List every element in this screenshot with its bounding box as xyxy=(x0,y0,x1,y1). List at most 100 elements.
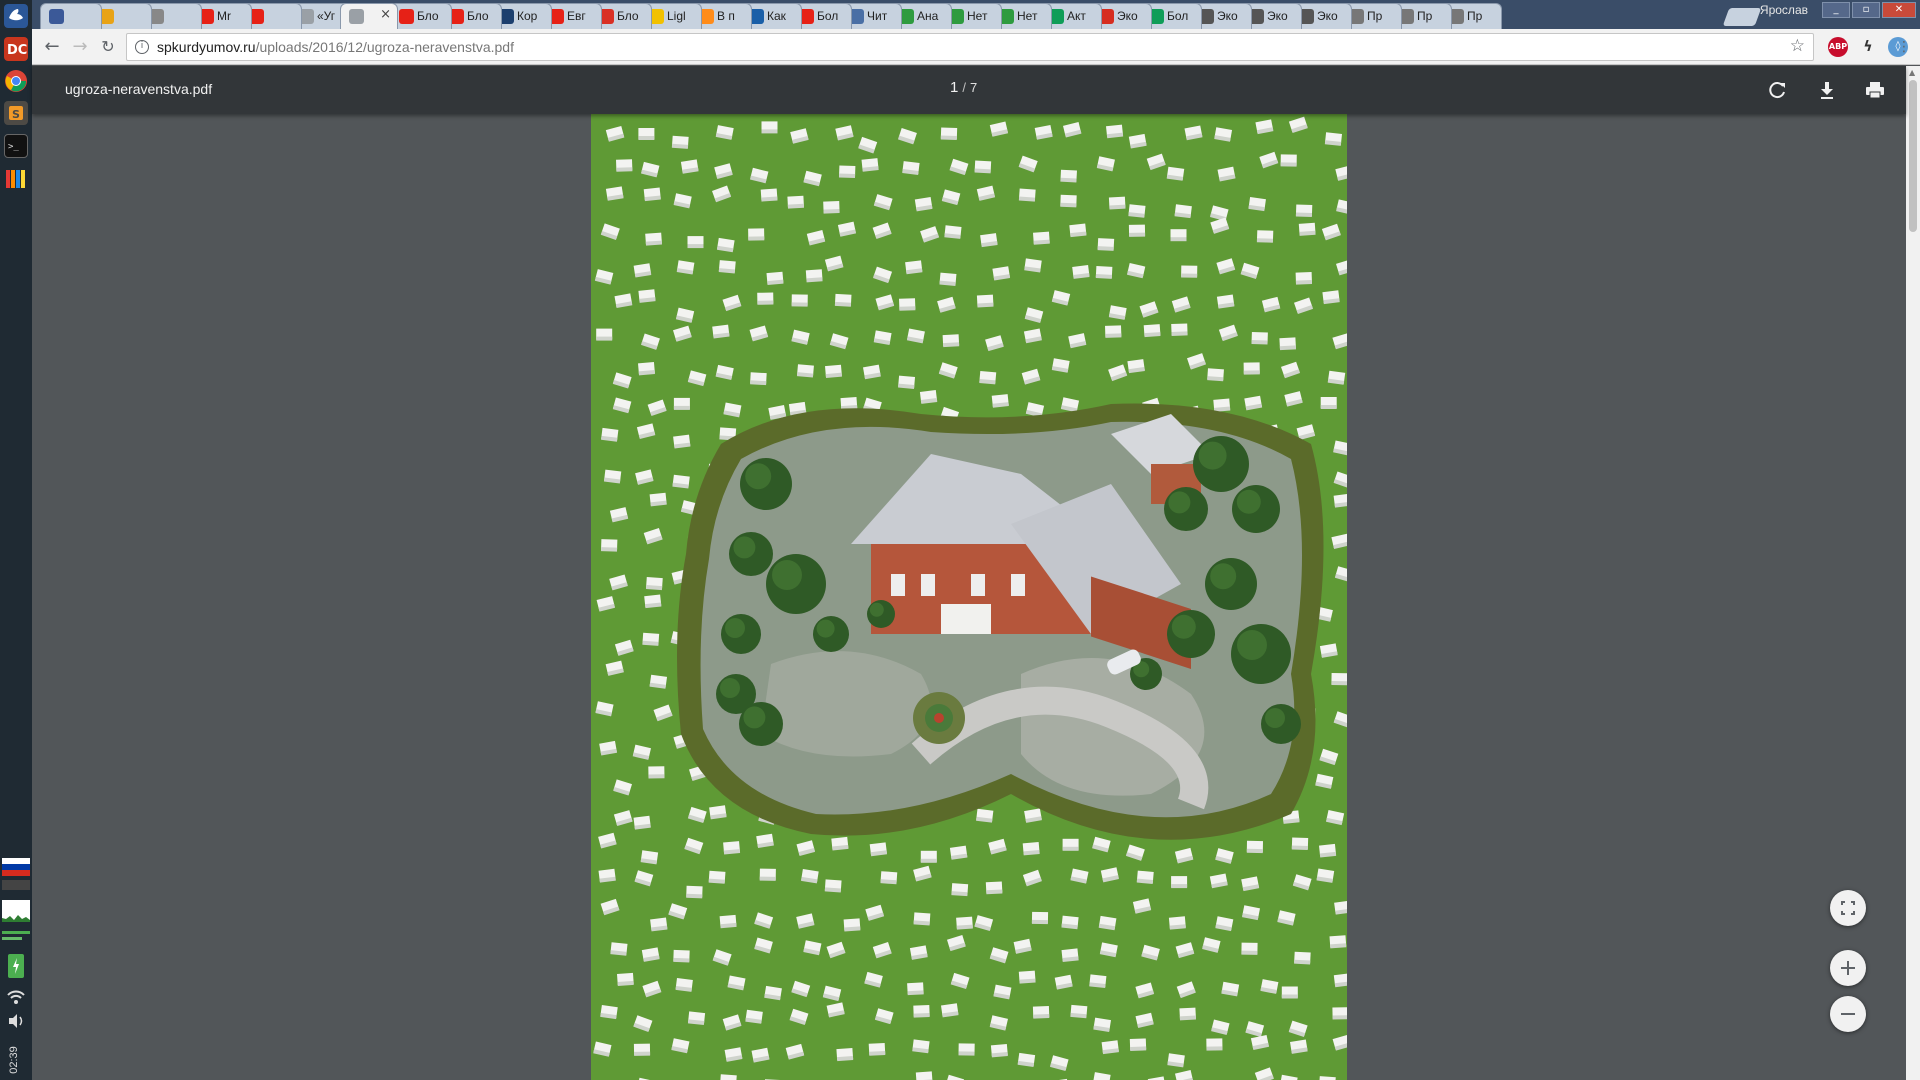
small-house xyxy=(1246,840,1263,854)
tab-label: Эко xyxy=(1217,9,1238,23)
close-window-button[interactable]: ✕ xyxy=(1882,2,1916,18)
small-house xyxy=(825,364,842,379)
small-house xyxy=(1320,397,1337,409)
menu-icon[interactable]: ⋮ xyxy=(1892,35,1916,59)
small-house xyxy=(649,674,668,689)
zoom-out-button[interactable] xyxy=(1830,996,1866,1032)
small-house xyxy=(974,160,992,174)
vertical-scrollbar[interactable]: ▲ xyxy=(1906,66,1920,1080)
small-house xyxy=(796,364,814,378)
small-house xyxy=(1069,223,1087,238)
small-house xyxy=(1095,266,1113,279)
small-house xyxy=(840,396,858,411)
small-house xyxy=(1316,868,1335,883)
flash-icon[interactable]: ϟ xyxy=(1858,37,1878,57)
small-house xyxy=(1018,188,1036,202)
small-house xyxy=(766,271,784,286)
memory-graph-icon xyxy=(2,900,30,922)
tab-label: Эко xyxy=(1117,9,1138,23)
rotate-button[interactable] xyxy=(1766,78,1790,102)
small-house xyxy=(914,196,933,212)
left-dock: DC S >_ 02:39 xyxy=(0,0,32,1080)
close-tab-icon[interactable]: × xyxy=(380,7,391,22)
forward-button[interactable]: → xyxy=(68,35,92,59)
small-house xyxy=(1171,323,1188,336)
scroll-up-arrow-icon[interactable]: ▲ xyxy=(1909,68,1915,77)
maximize-button[interactable]: ▫ xyxy=(1852,2,1880,18)
keyboard-layout-flag-icon[interactable] xyxy=(2,858,30,876)
svg-text:>_: >_ xyxy=(8,142,19,152)
small-house xyxy=(687,1011,706,1026)
small-house xyxy=(861,158,879,172)
back-button[interactable]: ← xyxy=(40,35,64,59)
fit-to-page-button[interactable] xyxy=(1830,890,1866,926)
sublime-text-icon[interactable]: S xyxy=(4,101,28,125)
small-house xyxy=(912,1039,930,1054)
small-house xyxy=(1072,265,1090,279)
small-house xyxy=(719,914,737,929)
minimize-button[interactable]: _ xyxy=(1822,2,1850,18)
system-monitor-icon[interactable] xyxy=(4,166,28,190)
bookmark-star-icon[interactable]: ☆ xyxy=(1790,36,1805,56)
small-house xyxy=(1127,359,1145,374)
small-house xyxy=(1062,838,1079,851)
small-house xyxy=(1128,224,1146,237)
small-house xyxy=(1291,837,1309,851)
dx-app-icon[interactable]: DC xyxy=(4,37,28,61)
small-house xyxy=(716,237,735,253)
small-house xyxy=(1280,154,1297,167)
new-tab-button[interactable] xyxy=(1722,8,1762,26)
browser-tab[interactable] xyxy=(40,3,102,29)
battery-icon[interactable] xyxy=(8,954,24,978)
download-button[interactable] xyxy=(1815,78,1839,102)
volume-icon[interactable] xyxy=(2,1012,30,1030)
small-house xyxy=(1024,258,1042,273)
small-house xyxy=(834,293,852,307)
small-house xyxy=(976,808,994,823)
app-launcher-icon[interactable] xyxy=(4,4,28,28)
small-house xyxy=(1031,911,1049,925)
small-house xyxy=(1143,324,1161,338)
small-house xyxy=(1213,398,1231,412)
reload-button[interactable]: ↻ xyxy=(96,35,120,59)
small-house xyxy=(956,916,973,930)
small-house xyxy=(1101,1040,1119,1055)
small-house xyxy=(1290,1039,1308,1054)
chrome-icon[interactable] xyxy=(4,69,28,93)
page-illustration xyxy=(591,114,1347,1080)
small-house xyxy=(672,474,690,489)
scroll-thumb[interactable] xyxy=(1909,80,1917,232)
tab-label: Бло xyxy=(417,9,439,23)
small-house xyxy=(1334,900,1347,915)
tree-highlight xyxy=(1236,489,1261,514)
small-house xyxy=(1331,673,1347,686)
small-house xyxy=(805,269,823,283)
site-info-icon[interactable]: i xyxy=(135,40,149,54)
clock: 02:39 xyxy=(6,1046,26,1076)
small-house xyxy=(1089,974,1107,989)
current-page-input[interactable]: 1 xyxy=(950,79,958,96)
tree-highlight xyxy=(1210,563,1237,590)
clock-text: 02:39 xyxy=(7,1046,20,1074)
tab-label: Евг xyxy=(567,9,586,23)
tab-label: Чит xyxy=(867,9,888,23)
browser-tab[interactable]: Бло xyxy=(390,3,452,29)
print-icon xyxy=(1866,82,1884,99)
address-bar[interactable]: i spkurdyumov.ru/uploads/2016/12/ugroza-… xyxy=(126,33,1814,61)
small-house xyxy=(633,1043,651,1056)
address-url[interactable]: spkurdyumov.ru/uploads/2016/12/ugroza-ne… xyxy=(157,39,514,55)
tree-highlight xyxy=(733,536,756,559)
small-house xyxy=(1319,843,1337,858)
small-house xyxy=(764,985,782,1001)
print-button[interactable] xyxy=(1863,78,1887,102)
adblock-plus-icon[interactable]: ABP xyxy=(1828,37,1848,57)
zoom-in-button[interactable] xyxy=(1830,950,1866,986)
small-house xyxy=(949,845,968,860)
small-house xyxy=(869,842,888,857)
browser-tab[interactable]: × xyxy=(340,3,398,29)
facebook-icon xyxy=(49,9,64,24)
wifi-icon[interactable] xyxy=(2,989,30,1005)
terminal-icon[interactable]: >_ xyxy=(4,134,28,158)
small-house xyxy=(824,879,842,893)
small-house xyxy=(1105,325,1122,338)
